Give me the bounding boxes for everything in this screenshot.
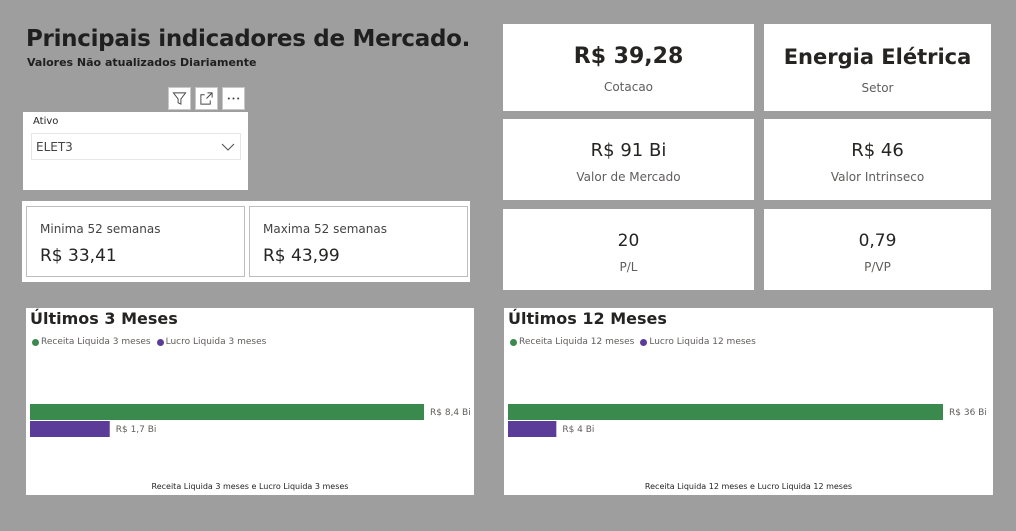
pvp-label: P/VP xyxy=(864,260,891,274)
min-52-weeks-label: Minima 52 semanas xyxy=(40,222,161,236)
data-label: R$ 1,7 Bi xyxy=(116,425,157,435)
slicer-label: Ativo xyxy=(33,116,59,127)
pvp-value: 0,79 xyxy=(858,231,897,251)
cotacao-value: R$ 39,28 xyxy=(573,44,684,69)
page-subtitle: Valores Não atualizados Diariamente xyxy=(27,56,257,69)
bar-lucro[interactable] xyxy=(30,421,110,437)
pl-card: 20 P/L xyxy=(503,209,754,290)
cotacao-card: R$ 39,28 Cotacao xyxy=(503,24,754,111)
filter-button[interactable] xyxy=(168,87,191,110)
min-52-weeks-value: R$ 33,41 xyxy=(40,246,117,266)
bar-receita[interactable] xyxy=(30,404,424,420)
max-52-weeks-value: R$ 43,99 xyxy=(263,246,340,266)
more-options-button[interactable] xyxy=(222,87,245,110)
data-label: R$ 8,4 Bi xyxy=(430,408,471,418)
min-52-weeks-card: Minima 52 semanas R$ 33,41 xyxy=(26,206,245,277)
valor-intrinseco-value: R$ 46 xyxy=(851,140,904,161)
visual-header-toolbar xyxy=(168,87,245,110)
chart-x-axis-label: Receita Liquida 12 meses e Lucro Liquida… xyxy=(644,482,853,491)
more-options-icon xyxy=(227,97,240,100)
page-title: Principais indicadores de Mercado. xyxy=(26,26,471,52)
valor-intrinseco-label: Valor Intrinseco xyxy=(830,170,925,184)
max-52-weeks-card: Maxima 52 semanas R$ 43,99 xyxy=(249,206,468,277)
data-label: R$ 36 Bi xyxy=(949,408,987,418)
pvp-card: 0,79 P/VP xyxy=(764,209,991,290)
chart-x-axis-label: Receita Liquida 3 meses e Lucro Liquida … xyxy=(151,482,349,491)
valor-intrinseco-card: R$ 46 Valor Intrinseco xyxy=(764,119,991,200)
ativo-slicer: Ativo ELET3 xyxy=(23,112,248,190)
chart-3-meses: Últimos 3 Meses Receita Liquida 3 meses … xyxy=(26,308,474,495)
chart-plot: R$ 8,4 Bi R$ 1,7 Bi xyxy=(30,404,471,437)
ativo-dropdown-value: ELET3 xyxy=(36,139,73,154)
data-label: R$ 4 Bi xyxy=(562,425,594,435)
filter-icon xyxy=(172,92,187,105)
focus-mode-button[interactable] xyxy=(195,87,218,110)
chevron-down-icon xyxy=(221,143,235,151)
setor-label: Setor xyxy=(861,81,894,95)
valor-mercado-value: R$ 91 Bi xyxy=(590,140,667,161)
bar-lucro[interactable] xyxy=(508,421,557,437)
valor-mercado-label: Valor de Mercado xyxy=(576,170,681,184)
chart-12-meses: Últimos 12 Meses Receita Liquida 12 mese… xyxy=(504,308,993,495)
pl-label: P/L xyxy=(619,260,638,274)
ativo-dropdown[interactable]: ELET3 xyxy=(31,133,241,160)
chart-plot: R$ 36 Bi R$ 4 Bi xyxy=(508,404,987,437)
pl-value: 20 xyxy=(617,231,640,251)
cotacao-label: Cotacao xyxy=(603,80,654,94)
max-52-weeks-label: Maxima 52 semanas xyxy=(263,222,387,236)
focus-mode-icon xyxy=(200,92,213,105)
price-range-panel: Minima 52 semanas R$ 33,41 Maxima 52 sem… xyxy=(22,201,470,282)
valor-mercado-card: R$ 91 Bi Valor de Mercado xyxy=(503,119,754,200)
setor-value: Energia Elétrica xyxy=(783,45,972,69)
bar-receita[interactable] xyxy=(508,404,943,420)
setor-card: Energia Elétrica Setor xyxy=(764,24,991,111)
